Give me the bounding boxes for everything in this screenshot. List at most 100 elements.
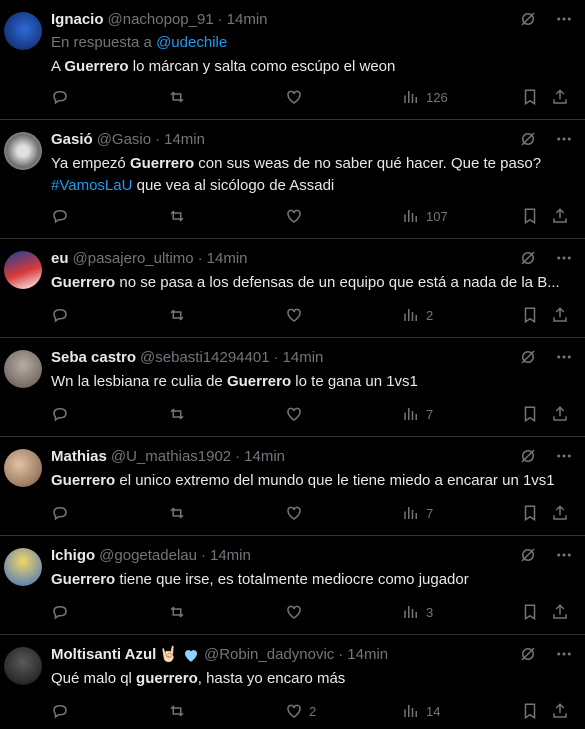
- bookmark-button[interactable]: [521, 306, 539, 324]
- timestamp[interactable]: 14min: [164, 130, 205, 150]
- more-icon[interactable]: [555, 249, 573, 267]
- share-button[interactable]: [551, 405, 569, 423]
- tweet[interactable]: Moltisanti Azul 🤘🏻 @Robin_dadynovic · 14…: [0, 635, 585, 729]
- author-handle[interactable]: @Robin_dadynovic: [204, 645, 334, 665]
- author-name[interactable]: Gasió: [51, 130, 93, 150]
- author-name[interactable]: Ignacio: [51, 10, 104, 30]
- reply-button[interactable]: [51, 207, 69, 225]
- views-button[interactable]: 107: [402, 207, 448, 225]
- bookmark-button[interactable]: [521, 702, 539, 720]
- grok-icon[interactable]: [519, 546, 537, 564]
- timestamp[interactable]: 14min: [244, 447, 285, 467]
- retweet-button[interactable]: [168, 88, 186, 106]
- views-button[interactable]: 7: [402, 405, 433, 423]
- author-name[interactable]: Moltisanti Azul: [51, 645, 156, 665]
- views-icon: [404, 408, 417, 420]
- retweet-button[interactable]: [168, 306, 186, 324]
- bookmark-button[interactable]: [521, 88, 539, 106]
- share-button[interactable]: [551, 306, 569, 324]
- more-icon[interactable]: [555, 447, 573, 465]
- bookmark-icon: [524, 208, 536, 225]
- more-icon[interactable]: [555, 348, 573, 366]
- like-button[interactable]: 2: [285, 702, 316, 720]
- share-button[interactable]: [551, 702, 569, 720]
- avatar[interactable]: [4, 132, 42, 170]
- author-handle[interactable]: @nachopop_91: [108, 10, 214, 30]
- share-button[interactable]: [551, 504, 569, 522]
- reply-button[interactable]: [51, 702, 69, 720]
- more-icon[interactable]: [555, 130, 573, 148]
- avatar[interactable]: [4, 350, 42, 388]
- grok-icon[interactable]: [519, 645, 537, 663]
- author-name[interactable]: Ichigo: [51, 546, 95, 566]
- bookmark-button[interactable]: [521, 504, 539, 522]
- like-button[interactable]: [285, 405, 309, 423]
- like-button[interactable]: [285, 207, 309, 225]
- views-button[interactable]: 2: [402, 306, 433, 324]
- author-name[interactable]: Mathias: [51, 447, 107, 467]
- bookmark-button[interactable]: [521, 207, 539, 225]
- retweet-button[interactable]: [168, 504, 186, 522]
- author-handle[interactable]: @Gasio: [97, 130, 151, 150]
- grok-icon[interactable]: [519, 10, 537, 28]
- reply-button[interactable]: [51, 306, 69, 324]
- like-button[interactable]: [285, 88, 309, 106]
- tweet[interactable]: Ignacio @nachopop_91 · 14min En respuest…: [0, 0, 585, 120]
- author-handle[interactable]: @sebasti14294401: [140, 348, 270, 368]
- grok-icon[interactable]: [519, 130, 537, 148]
- reply-button[interactable]: [51, 405, 69, 423]
- avatar[interactable]: [4, 251, 42, 289]
- share-button[interactable]: [551, 603, 569, 621]
- views-button[interactable]: 3: [402, 603, 433, 621]
- retweet-button[interactable]: [168, 207, 186, 225]
- reply-button[interactable]: [51, 88, 69, 106]
- more-icon[interactable]: [555, 645, 573, 663]
- avatar[interactable]: [4, 449, 42, 487]
- retweet-button[interactable]: [168, 702, 186, 720]
- author-handle[interactable]: @U_mathias1902: [111, 447, 231, 467]
- timestamp[interactable]: 14min: [347, 645, 388, 665]
- like-button[interactable]: [285, 504, 309, 522]
- timestamp[interactable]: 14min: [227, 10, 268, 30]
- share-button[interactable]: [551, 207, 569, 225]
- share-icon: [553, 208, 567, 223]
- tweet[interactable]: Mathias @U_mathias1902 · 14min Guerrero …: [0, 437, 585, 536]
- reply-button[interactable]: [51, 603, 69, 621]
- separator-dot: ·: [155, 131, 161, 148]
- timestamp[interactable]: 14min: [283, 348, 324, 368]
- tweet[interactable]: Ichigo @gogetadelau · 14min Guerrero tie…: [0, 536, 585, 635]
- bookmark-button[interactable]: [521, 405, 539, 423]
- timestamp[interactable]: 14min: [207, 249, 248, 269]
- timestamp[interactable]: 14min: [210, 546, 251, 566]
- reply-button[interactable]: [51, 504, 69, 522]
- author-handle[interactable]: @pasajero_ultimo: [73, 249, 194, 269]
- hashtag-link[interactable]: #VamosLaU: [51, 177, 132, 194]
- like-button[interactable]: [285, 306, 309, 324]
- tweet[interactable]: eu @pasajero_ultimo · 14min Guerrero no …: [0, 239, 585, 338]
- like-button[interactable]: [285, 603, 309, 621]
- retweet-button[interactable]: [168, 405, 186, 423]
- grok-icon[interactable]: [519, 348, 537, 366]
- tweet[interactable]: Seba castro @sebasti14294401 · 14min Wn …: [0, 338, 585, 437]
- view-count: 107: [426, 208, 448, 224]
- more-icon[interactable]: [555, 10, 573, 28]
- grok-icon[interactable]: [519, 249, 537, 267]
- views-button[interactable]: 14: [402, 702, 440, 720]
- author-handle[interactable]: @gogetadelau: [99, 546, 197, 566]
- more-icon[interactable]: [555, 546, 573, 564]
- tweet[interactable]: Gasió @Gasio · 14min Ya empezó Guerrero …: [0, 120, 585, 239]
- retweet-button[interactable]: [168, 603, 186, 621]
- bookmark-button[interactable]: [521, 603, 539, 621]
- views-button[interactable]: 126: [402, 88, 448, 106]
- name-emoji: 🤘🏻: [159, 646, 178, 663]
- author-name[interactable]: Seba castro: [51, 348, 136, 368]
- grok-icon[interactable]: [519, 447, 537, 465]
- view-count: 7: [426, 406, 434, 422]
- reply-to-link[interactable]: @udechile: [156, 34, 227, 51]
- avatar[interactable]: [4, 12, 42, 50]
- author-name[interactable]: eu: [51, 249, 69, 269]
- avatar[interactable]: [4, 647, 42, 685]
- share-button[interactable]: [551, 88, 569, 106]
- views-button[interactable]: 7: [402, 504, 433, 522]
- avatar[interactable]: [4, 548, 42, 586]
